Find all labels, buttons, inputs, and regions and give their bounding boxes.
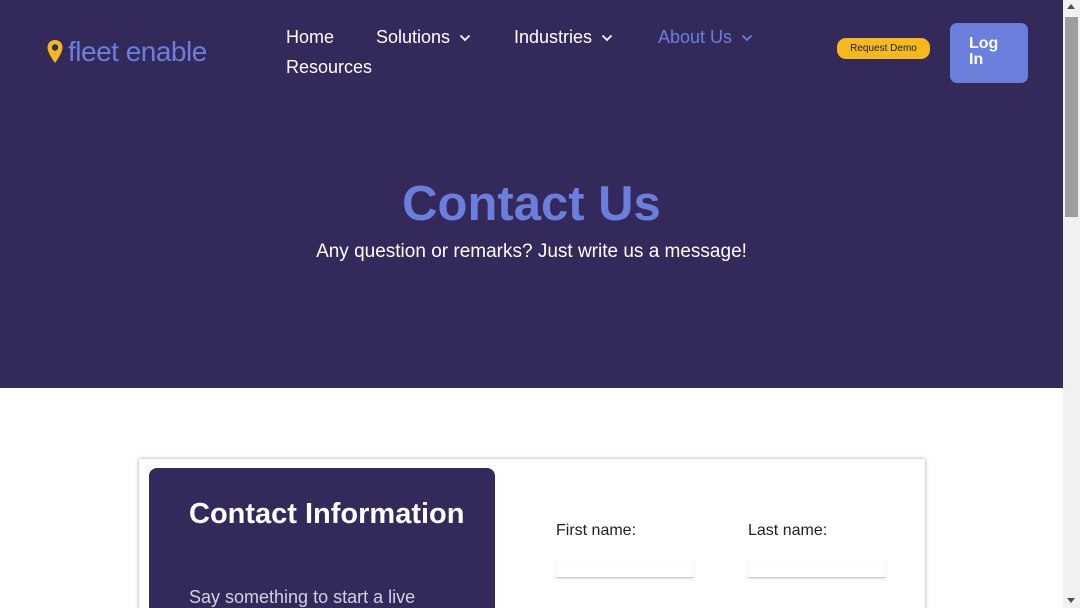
login-label-line1: Log — [969, 35, 999, 52]
nav-about-us[interactable]: About Us — [658, 27, 753, 48]
nav-resources[interactable]: Resources — [286, 57, 372, 78]
hero-section: fleet enable Home Solutions Industries A… — [0, 0, 1063, 388]
vertical-scrollbar[interactable] — [1063, 0, 1080, 608]
nav-solutions[interactable]: Solutions — [376, 27, 471, 48]
chevron-down-icon — [601, 34, 613, 41]
nav-about-us-label: About Us — [658, 27, 733, 47]
login-button[interactable]: Log In — [950, 23, 1028, 83]
nav-industries-label: Industries — [514, 27, 593, 47]
chevron-down-icon — [459, 34, 471, 41]
chevron-down-icon — [741, 34, 753, 41]
nav-solutions-label: Solutions — [376, 27, 451, 47]
first-name-label: First name: — [556, 522, 637, 539]
first-name-input[interactable] — [556, 561, 694, 578]
page-title: Contact Us — [402, 177, 661, 231]
nav-home-label: Home — [286, 27, 335, 47]
scroll-down-arrow-icon[interactable] — [1067, 598, 1075, 603]
contact-info-panel: Contact Information Say something to sta… — [149, 468, 495, 608]
contact-info-title: Contact Information — [189, 498, 465, 530]
last-name-input[interactable] — [748, 561, 886, 578]
last-name-label: Last name: — [748, 522, 828, 539]
scrollbar-thumb[interactable] — [1065, 17, 1078, 217]
nav-home[interactable]: Home — [286, 27, 334, 48]
page: fleet enable Home Solutions Industries A… — [0, 0, 1063, 608]
request-demo-button[interactable]: Request Demo — [837, 38, 930, 59]
logo-text: fleet enable — [68, 36, 207, 67]
scroll-up-arrow-icon[interactable] — [1067, 4, 1075, 9]
nav-industries[interactable]: Industries — [514, 27, 613, 48]
contact-card: Contact Information Say something to sta… — [139, 459, 925, 608]
logo[interactable]: fleet enable — [46, 36, 207, 68]
contact-info-text: Say something to start a live — [189, 587, 416, 607]
map-pin-icon — [47, 40, 63, 63]
nav-resources-label: Resources — [286, 57, 373, 77]
login-label-line2: In — [969, 51, 984, 68]
page-subtitle: Any question or remarks? Just write us a… — [316, 241, 747, 262]
